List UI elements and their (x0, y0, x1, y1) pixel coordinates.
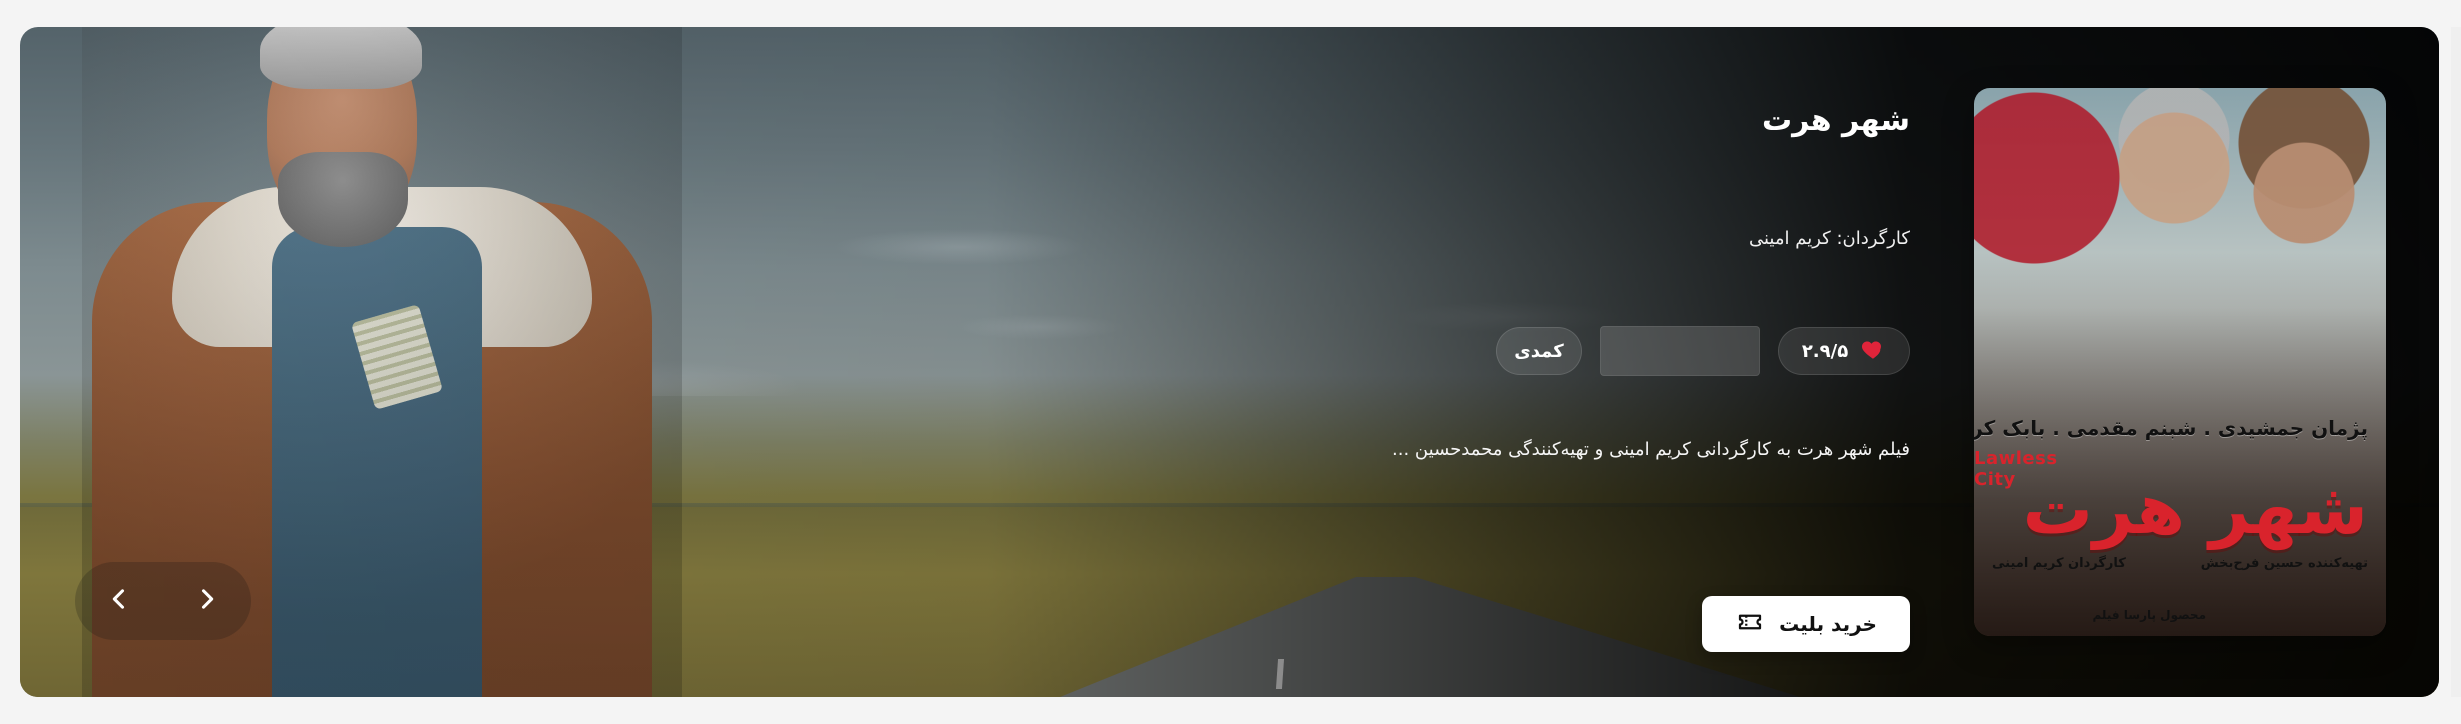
buy-ticket-button[interactable]: خرید بلیت (1702, 596, 1910, 652)
ticket-icon (1735, 607, 1765, 642)
genre-chip: کمدی (1496, 327, 1582, 375)
movie-meta-chips: ۲.۹/۵ کمدی (1496, 326, 1910, 376)
poster-director-credit: کارگردان کریم امینی (1992, 556, 2126, 571)
movie-summary: فیلم شهر هرت به کارگردانی کریم امینی و ت… (1392, 439, 1910, 460)
poster-cast: پژمان جمشیدی . شبنم مقدمی . بابک کریمی (1974, 416, 2368, 440)
poster-logo: شهر هرت (2022, 468, 2368, 550)
rating-chip: ۲.۹/۵ (1778, 327, 1910, 375)
heart-icon (1848, 336, 1886, 367)
movie-director: کارگردان: کریم امینی (1749, 228, 1910, 249)
chevron-right-icon (193, 585, 221, 617)
page-scrollbar[interactable] (2451, 27, 2461, 697)
rating-text: ۲.۹/۵ (1801, 340, 1849, 362)
carousel-prev-button[interactable] (89, 571, 149, 631)
hero-banner: شهر هرت کارگردان: کریم امینی ۲.۹/۵ کمدی … (20, 27, 2439, 697)
carousel-next-button[interactable] (177, 571, 237, 631)
poster-overlay: پژمان جمشیدی . شبنم مقدمی . بابک کریمی L… (1974, 88, 2386, 636)
loading-placeholder-chip (1600, 326, 1760, 376)
poster-credits: تهیه‌کننده حسین فرح‌بخش کارگردان کریم ام… (1992, 556, 2368, 571)
chevron-left-icon (105, 585, 133, 617)
movie-info: شهر هرت کارگردان: کریم امینی ۲.۹/۵ کمدی … (1330, 103, 1910, 663)
poster-producer-credit: تهیه‌کننده حسین فرح‌بخش (2200, 556, 2368, 571)
buy-ticket-label: خرید بلیت (1779, 612, 1877, 636)
carousel-controls (75, 562, 251, 640)
movie-poster[interactable]: پژمان جمشیدی . شبنم مقدمی . بابک کریمی L… (1974, 88, 2386, 636)
poster-distributor: محصول پارسا فیلم (2092, 608, 2206, 622)
movie-title: شهر هرت (1761, 103, 1910, 138)
